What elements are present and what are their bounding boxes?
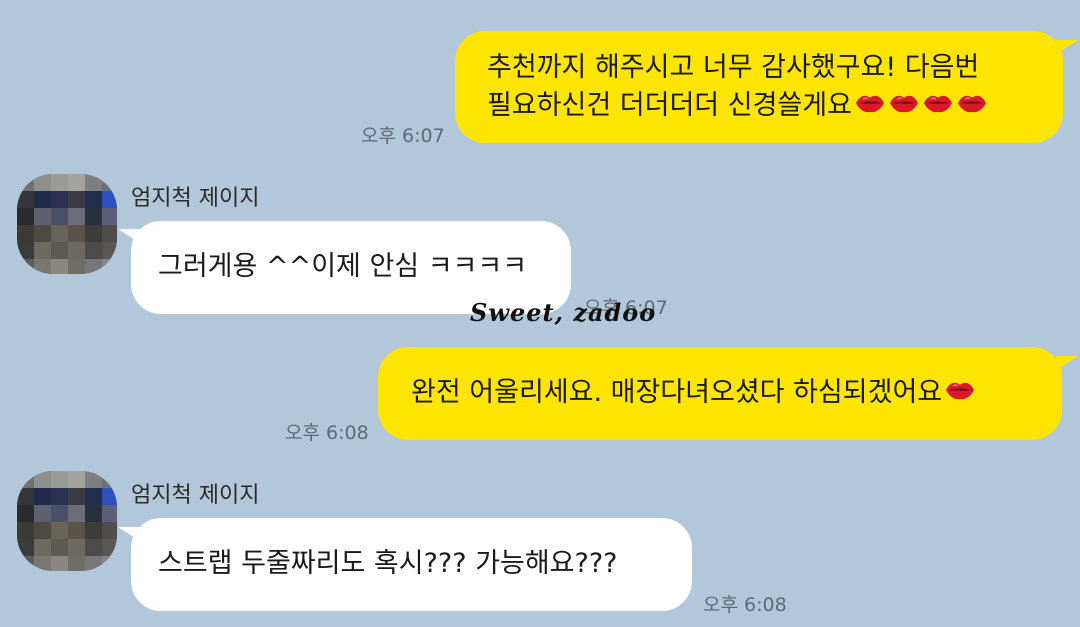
bubble-tail <box>1056 356 1078 370</box>
lips-icon <box>944 375 976 413</box>
message-time: 오후 6:08 <box>703 594 787 616</box>
bubble-tail <box>1056 40 1078 54</box>
message-text: 완전 어울리세요. 매장다녀오셨다 하심되겠어요 <box>411 374 1062 413</box>
lips-icon <box>956 88 988 126</box>
lips-icon <box>922 88 954 126</box>
my-message-bubble[interactable]: 추천까지 해주시고 너무 감사했구요! 다음번 필요하신건 더더더더 신경쓸게요 <box>455 31 1063 143</box>
avatar-image <box>17 174 117 274</box>
other-message-bubble[interactable]: 스트랩 두줄짜리도 혹시??? 가능해요??? <box>131 518 692 611</box>
message-text-line: 추천까지 해주시고 너무 감사했구요! 다음번 <box>487 52 980 83</box>
watermark: Sweet, zadoo <box>470 298 657 327</box>
message-text: 스트랩 두줄짜리도 혹시??? 가능해요??? <box>158 548 618 579</box>
message-text-line: 필요하신건 더더더더 신경쓸게요 <box>487 87 1063 126</box>
avatar[interactable] <box>17 174 117 274</box>
avatar-image <box>17 471 117 571</box>
message-text: 그러게용 ^^이제 안심 ㅋㅋㅋㅋ <box>158 251 528 282</box>
lips-icon <box>854 88 886 126</box>
sender-name: 엄지척 제이지 <box>131 483 260 508</box>
message-time: 오후 6:08 <box>285 422 369 444</box>
message-time: 오후 6:07 <box>361 125 445 147</box>
my-message-bubble[interactable]: 완전 어울리세요. 매장다녀오셨다 하심되겠어요 <box>378 347 1062 440</box>
avatar[interactable] <box>17 471 117 571</box>
sender-name: 엄지척 제이지 <box>131 186 260 211</box>
lips-icon <box>888 88 920 126</box>
